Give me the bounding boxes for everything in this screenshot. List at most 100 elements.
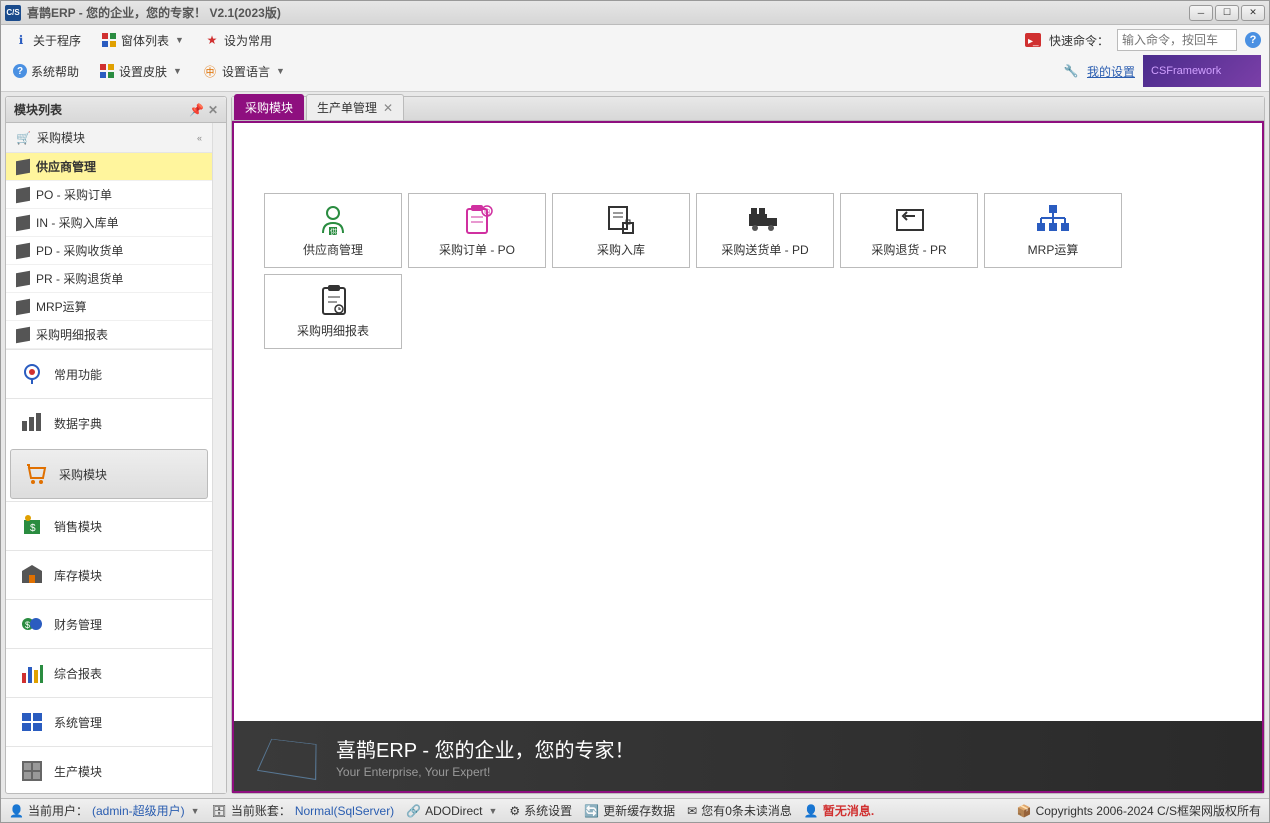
status-refresh-button[interactable]: 🔄 更新缓存数据 <box>584 802 675 819</box>
app-logo: C/S <box>5 5 21 21</box>
pin-icon[interactable]: 📌 <box>189 103 204 117</box>
tab[interactable]: 采购模块 <box>234 94 304 120</box>
nav-item-finance[interactable]: $ 财务管理 <box>6 599 212 648</box>
status-user[interactable]: 👤 当前用户： (admin-超级用户) ▼ <box>9 802 200 819</box>
sys-help-label: 系统帮助 <box>31 63 79 80</box>
nav-item-label: 财务管理 <box>54 616 102 633</box>
cube-icon <box>16 326 30 342</box>
nav-item-label: 系统管理 <box>54 714 102 731</box>
tile-label: 采购退货 - PR <box>871 241 946 258</box>
nav-item-label: 生产模块 <box>54 763 102 780</box>
tile[interactable]: 采购送货单 - PD <box>696 193 834 268</box>
close-panel-icon[interactable]: ✕ <box>208 103 218 117</box>
tab[interactable]: 生产单管理✕ <box>306 94 404 120</box>
status-ado[interactable]: 🔗 ADODirect ▼ <box>406 804 497 818</box>
sidebar-header: 模块列表 📌 ✕ <box>6 97 226 123</box>
nav-item-sale[interactable]: $销售模块 <box>6 501 212 550</box>
tree-item[interactable]: IN - 采购入库单 <box>6 209 212 237</box>
sidebar-scrollbar[interactable] <box>212 123 226 793</box>
sale-icon: $ <box>20 514 44 538</box>
windows-icon <box>101 32 117 48</box>
status-unread[interactable]: ✉ 您有0条未读消息 <box>687 802 792 819</box>
tile-icon <box>1035 203 1071 235</box>
sidebar-module-head[interactable]: 🛒 采购模块 « <box>6 123 212 153</box>
chevron-down-icon: ▼ <box>191 806 200 816</box>
cube-icon <box>16 186 30 202</box>
cube-icon <box>16 158 30 174</box>
nav-item-prod[interactable]: 生产模块 <box>6 746 212 793</box>
nav-item-label: 库存模块 <box>54 567 102 584</box>
tree-item-label: PR - 采购退货单 <box>36 270 123 287</box>
nav-item-stock[interactable]: 库存模块 <box>6 550 212 599</box>
status-settings-label: 系统设置 <box>524 802 572 819</box>
tile-icon <box>603 203 639 235</box>
svg-text:▸_: ▸_ <box>1028 36 1039 47</box>
tree-item[interactable]: PR - 采购退货单 <box>6 265 212 293</box>
main-content: 供供应商管理购采购订单 - PO 采购入库 采购送货单 - PD 采购退货 - PR M… <box>232 121 1264 793</box>
person-icon: 👤 <box>804 804 819 818</box>
tree-item[interactable]: MRP运算 <box>6 293 212 321</box>
set-lang-button[interactable]: ㊥ 设置语言 ▼ <box>198 61 289 82</box>
tile[interactable]: MRP运算 <box>984 193 1122 268</box>
tile-label: 采购入库 <box>597 241 645 258</box>
status-db-label: 当前账套： <box>231 802 291 819</box>
sidebar-module-label: 采购模块 <box>37 129 85 146</box>
sys-help-button[interactable]: ? 系统帮助 <box>9 61 83 82</box>
link-icon: 🔗 <box>406 804 421 818</box>
nav-item-label: 常用功能 <box>54 366 102 383</box>
close-button[interactable]: ✕ <box>1241 5 1265 21</box>
about-button[interactable]: ℹ 关于程序 <box>9 30 85 51</box>
nav-item-label: 数据字典 <box>54 415 102 432</box>
status-copyright-label: Copyrights 2006-2024 C/S框架网版权所有 <box>1036 802 1261 819</box>
nav-item-cart[interactable]: 采购模块 <box>10 449 208 499</box>
help-icon[interactable]: ? <box>1245 32 1261 48</box>
tree-item-label: 采购明细报表 <box>36 326 108 343</box>
set-common-button[interactable]: ★ 设为常用 <box>200 30 276 51</box>
pin-icon <box>20 362 44 386</box>
tree-item-label: PO - 采购订单 <box>36 186 112 203</box>
minimize-button[interactable]: ─ <box>1189 5 1213 21</box>
set-common-label: 设为常用 <box>224 32 272 49</box>
svg-text:$: $ <box>25 620 30 630</box>
tree-item-label: PD - 采购收货单 <box>36 242 123 259</box>
tile[interactable]: 采购明细报表 <box>264 274 402 349</box>
cube-icon <box>16 242 30 258</box>
sidebar-title: 模块列表 <box>14 101 62 118</box>
tile[interactable]: 购采购订单 - PO <box>408 193 546 268</box>
nav-item-dict[interactable]: 数据字典 <box>6 398 212 447</box>
tile[interactable]: 供供应商管理 <box>264 193 402 268</box>
close-icon[interactable]: ✕ <box>383 101 393 115</box>
status-refresh-label: 更新缓存数据 <box>603 802 675 819</box>
tree-item[interactable]: PO - 采购订单 <box>6 181 212 209</box>
nav-item-label: 采购模块 <box>59 466 107 483</box>
quick-cmd-input[interactable] <box>1117 29 1237 51</box>
window-list-button[interactable]: 窗体列表 ▼ <box>97 30 188 51</box>
cart-icon <box>25 462 49 486</box>
cube-graphic <box>257 739 317 780</box>
set-skin-button[interactable]: 设置皮肤 ▼ <box>95 61 186 82</box>
tile-icon <box>315 284 351 316</box>
tile-label: MRP运算 <box>1028 241 1079 258</box>
tile[interactable]: 采购退货 - PR <box>840 193 978 268</box>
tree-item[interactable]: 采购明细报表 <box>6 321 212 349</box>
sidebar-content: 🛒 采购模块 « 供应商管理 PO - 采购订单 IN - 采购入库单 PD - 采购… <box>6 123 212 793</box>
nav-item-system[interactable]: 系统管理 <box>6 697 212 746</box>
tile-icon <box>745 203 785 235</box>
tree-item-label: IN - 采购入库单 <box>36 214 119 231</box>
maximize-button[interactable]: ☐ <box>1215 5 1239 21</box>
report-icon <box>20 661 44 685</box>
status-settings-button[interactable]: ⚙ 系统设置 <box>509 802 572 819</box>
tree-item-label: MRP运算 <box>36 298 87 315</box>
tree-item[interactable]: PD - 采购收货单 <box>6 237 212 265</box>
banner-subtitle: Your Enterprise, Your Expert! <box>336 765 635 779</box>
chevron-down-icon: ▼ <box>488 806 497 816</box>
my-settings-link[interactable]: 我的设置 <box>1087 63 1135 80</box>
tree-item[interactable]: 供应商管理 <box>6 153 212 181</box>
nav-item-pin[interactable]: 常用功能 <box>6 349 212 398</box>
status-no-msg: 👤 暂无消息. <box>804 802 874 819</box>
nav-item-report[interactable]: 综合报表 <box>6 648 212 697</box>
tile-icon: 供 <box>315 203 351 235</box>
chevron-down-icon: ▼ <box>173 66 182 76</box>
help-small-icon: ? <box>13 64 27 78</box>
tile[interactable]: 采购入库 <box>552 193 690 268</box>
